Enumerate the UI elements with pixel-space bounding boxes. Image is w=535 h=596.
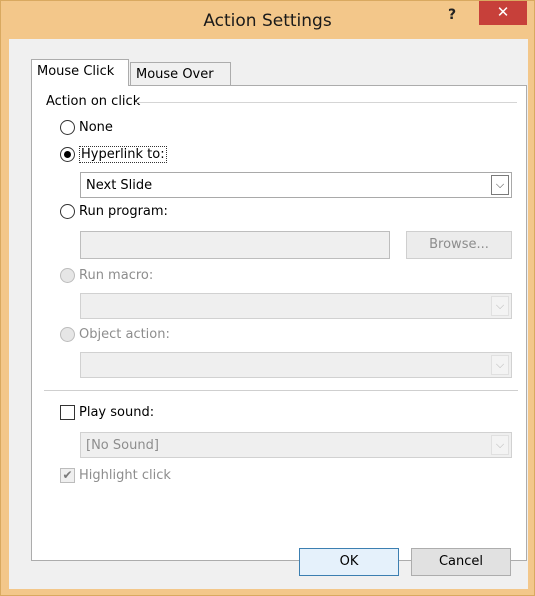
tab-mouse-click[interactable]: Mouse Click xyxy=(31,59,129,86)
group-divider xyxy=(136,102,517,103)
chevron-down-icon[interactable]: ⌵ xyxy=(491,435,509,455)
play-sound-checkbox[interactable] xyxy=(60,405,75,420)
title-bar[interactable]: Action Settings ? ✕ xyxy=(1,1,534,41)
play-sound-checkbox-row[interactable]: Play sound: xyxy=(60,405,154,420)
radio-hyperlink[interactable]: Hyperlink to: xyxy=(60,146,167,163)
radio-hyperlink-button[interactable] xyxy=(60,147,75,162)
radio-run-macro-button[interactable] xyxy=(60,268,75,283)
radio-none-button[interactable] xyxy=(60,120,75,135)
browse-button[interactable]: Browse... xyxy=(406,231,512,259)
sound-select[interactable]: [No Sound] ⌵ xyxy=(80,432,512,458)
radio-object-action-button[interactable] xyxy=(60,327,75,342)
radio-run-program[interactable]: Run program: xyxy=(60,204,168,219)
mouse-click-panel: Action on click None Hyperlink to: Next … xyxy=(31,85,527,561)
radio-object-action[interactable]: Object action: xyxy=(60,327,170,342)
highlight-click-label: Highlight click xyxy=(79,468,171,483)
highlight-click-checkbox[interactable]: ✔ xyxy=(60,468,75,483)
section-divider xyxy=(44,390,518,391)
close-button[interactable]: ✕ xyxy=(479,1,527,25)
action-settings-dialog: Action Settings ? ✕ Mouse Click Mouse Ov… xyxy=(0,0,535,596)
chevron-down-icon[interactable]: ⌵ xyxy=(491,355,509,375)
run-program-input[interactable] xyxy=(80,231,390,259)
radio-run-program-label: Run program: xyxy=(79,204,168,219)
checkmark-icon: ✔ xyxy=(62,468,73,482)
radio-run-program-button[interactable] xyxy=(60,204,75,219)
hyperlink-select[interactable]: Next Slide ⌵ xyxy=(80,172,512,198)
radio-hyperlink-label: Hyperlink to: xyxy=(79,146,167,163)
dialog-body: Mouse Click Mouse Over Action on click N… xyxy=(9,39,528,589)
play-sound-label: Play sound: xyxy=(79,405,155,420)
tab-mouse-over[interactable]: Mouse Over xyxy=(130,62,231,86)
radio-run-macro[interactable]: Run macro: xyxy=(60,268,153,283)
cancel-button[interactable]: Cancel xyxy=(411,548,511,576)
help-button[interactable]: ? xyxy=(441,5,463,25)
run-macro-select[interactable]: ⌵ xyxy=(80,293,512,319)
radio-run-macro-label: Run macro: xyxy=(79,268,154,283)
ok-button[interactable]: OK xyxy=(299,548,399,576)
sound-select-value: [No Sound] xyxy=(86,438,159,453)
object-action-select[interactable]: ⌵ xyxy=(80,352,512,378)
radio-none[interactable]: None xyxy=(60,120,113,135)
radio-none-label: None xyxy=(79,120,113,135)
close-icon: ✕ xyxy=(496,3,510,21)
radio-object-action-label: Object action: xyxy=(79,327,170,342)
highlight-click-checkbox-row[interactable]: ✔ Highlight click xyxy=(60,468,171,483)
action-on-click-label: Action on click xyxy=(46,94,145,109)
hyperlink-select-value: Next Slide xyxy=(86,178,153,193)
chevron-down-icon[interactable]: ⌵ xyxy=(491,296,509,316)
chevron-down-icon[interactable]: ⌵ xyxy=(491,175,509,195)
